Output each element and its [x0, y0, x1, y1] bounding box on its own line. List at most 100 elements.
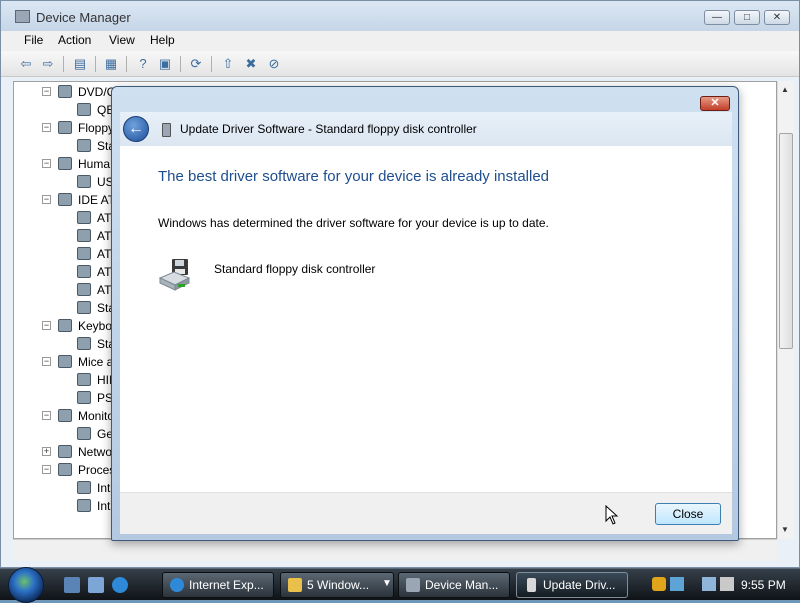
- hid-icon: [77, 175, 91, 188]
- show-hide-tree-icon[interactable]: ▤: [71, 55, 89, 72]
- dialog-body: The best driver software for your device…: [120, 146, 732, 492]
- collapse-icon[interactable]: −: [42, 357, 51, 366]
- collapse-icon[interactable]: −: [42, 411, 51, 420]
- floppy-controller-icon: [58, 121, 72, 134]
- monitor-icon: [58, 409, 72, 422]
- taskbar-button-windows-group[interactable]: 5 Window... ▼: [280, 572, 394, 598]
- back-arrow-icon[interactable]: ⇦: [17, 55, 35, 72]
- tree-label: DVD/C: [78, 85, 116, 99]
- keyboard-icon: [77, 337, 91, 350]
- vertical-scrollbar[interactable]: ▲ ▼: [777, 81, 794, 539]
- ide-channel-icon: [77, 229, 91, 242]
- device-manager-icon: [406, 578, 420, 592]
- ide-channel-icon: [77, 301, 91, 314]
- internet-explorer-icon: [170, 578, 184, 592]
- clock[interactable]: 9:55 PM: [741, 578, 786, 592]
- internet-explorer-icon[interactable]: [112, 577, 128, 593]
- close-window-button[interactable]: ✕: [764, 10, 790, 25]
- tree-label: Int: [97, 481, 111, 495]
- ide-channel-icon: [77, 265, 91, 278]
- toolbar: ⇦ ⇨ ▤ ▦ ? ▣ ⟳ ⇧ ✖ ⊘: [1, 51, 799, 77]
- tree-label: Floppy: [78, 121, 115, 135]
- mouse-icon: [58, 355, 72, 368]
- monitor-icon: [77, 427, 91, 440]
- folder-icon: [288, 578, 302, 592]
- network-icon[interactable]: [702, 577, 716, 591]
- scan-hardware-icon[interactable]: ⟳: [187, 55, 205, 72]
- dialog-footer: Close: [120, 492, 732, 534]
- collapse-icon[interactable]: −: [42, 123, 51, 132]
- collapse-icon[interactable]: −: [42, 195, 51, 204]
- menu-file[interactable]: File: [24, 33, 43, 47]
- forward-arrow-icon[interactable]: ⇨: [39, 55, 57, 72]
- floppy-drive-icon: [158, 259, 190, 291]
- tree-label: AT: [97, 211, 112, 225]
- minimize-button[interactable]: —: [704, 10, 730, 25]
- taskbar: Internet Exp... 5 Window... ▼ Device Man…: [0, 567, 800, 603]
- update-driver-icon[interactable]: ⇧: [219, 55, 237, 72]
- tree-label: Proces: [78, 463, 116, 477]
- taskbar-button-update-driver[interactable]: Update Driv...: [516, 572, 628, 598]
- processor-icon: [77, 499, 91, 512]
- toolbar-separator: [180, 56, 181, 72]
- tree-label: IDE AT: [78, 193, 116, 207]
- menu-help[interactable]: Help: [150, 33, 175, 47]
- dialog-header: ← Update Driver Software - Standard flop…: [120, 112, 732, 146]
- taskbar-button-label: Internet Exp...: [189, 578, 264, 592]
- floppy-controller-icon: [77, 139, 91, 152]
- properties-icon[interactable]: ▦: [102, 55, 120, 72]
- mouse-cursor-icon: [605, 505, 619, 525]
- menu-view[interactable]: View: [109, 33, 135, 47]
- taskbar-button-label: Device Man...: [425, 578, 499, 592]
- toolbar-separator: [95, 56, 96, 72]
- help-icon[interactable]: ?: [134, 55, 152, 72]
- collapse-icon[interactable]: −: [42, 87, 51, 96]
- scroll-up-icon[interactable]: ▲: [781, 85, 789, 94]
- scroll-down-icon[interactable]: ▼: [781, 525, 789, 534]
- tree-label: Netwo: [78, 445, 113, 459]
- dialog-close-icon[interactable]: ✕: [700, 96, 730, 111]
- windows-update-icon[interactable]: [670, 577, 684, 591]
- menu-action[interactable]: Action: [58, 33, 91, 47]
- tree-label: Keybo: [78, 319, 113, 333]
- chevron-down-icon[interactable]: ▼: [382, 578, 392, 589]
- volume-muted-icon[interactable]: [720, 577, 734, 591]
- dialog-title: Update Driver Software - Standard floppy…: [180, 122, 477, 136]
- collapse-icon[interactable]: −: [42, 465, 51, 474]
- mouse-icon: [77, 391, 91, 404]
- taskbar-button-device-manager[interactable]: Device Man...: [398, 572, 510, 598]
- view-icon[interactable]: ▣: [156, 55, 174, 72]
- toolbar-separator: [63, 56, 64, 72]
- switch-windows-icon[interactable]: [88, 577, 104, 593]
- collapse-icon[interactable]: −: [42, 321, 51, 330]
- back-button[interactable]: ←: [123, 116, 149, 142]
- device-manager-icon: [15, 10, 30, 23]
- maximize-button[interactable]: □: [734, 10, 760, 25]
- status-bar: [13, 539, 777, 561]
- processor-icon: [77, 481, 91, 494]
- scroll-thumb[interactable]: [779, 133, 793, 349]
- title-bar: Device Manager — □ ✕: [1, 1, 799, 31]
- uninstall-icon[interactable]: ✖: [242, 55, 260, 72]
- disable-device-icon[interactable]: ⊘: [265, 55, 283, 72]
- close-button[interactable]: Close: [655, 503, 721, 525]
- taskbar-button-internet-explorer[interactable]: Internet Exp...: [162, 572, 274, 598]
- main-instruction: The best driver software for your device…: [158, 168, 550, 185]
- toolbar-separator: [126, 56, 127, 72]
- ide-channel-icon: [77, 247, 91, 260]
- dvd-drive-icon: [58, 85, 72, 98]
- tree-label: Monito: [78, 409, 115, 423]
- toolbar-separator: [211, 56, 212, 72]
- mouse-icon: [77, 373, 91, 386]
- hid-icon: [58, 157, 72, 170]
- security-shield-icon[interactable]: [652, 577, 666, 591]
- update-driver-icon: [527, 578, 536, 592]
- tree-label: AT: [97, 265, 112, 279]
- show-desktop-icon[interactable]: [64, 577, 80, 593]
- expand-icon[interactable]: +: [42, 447, 51, 456]
- tree-label: Int: [97, 499, 111, 513]
- collapse-icon[interactable]: −: [42, 159, 51, 168]
- window-title: Device Manager: [36, 10, 131, 25]
- ide-channel-icon: [77, 283, 91, 296]
- start-button[interactable]: [8, 567, 44, 603]
